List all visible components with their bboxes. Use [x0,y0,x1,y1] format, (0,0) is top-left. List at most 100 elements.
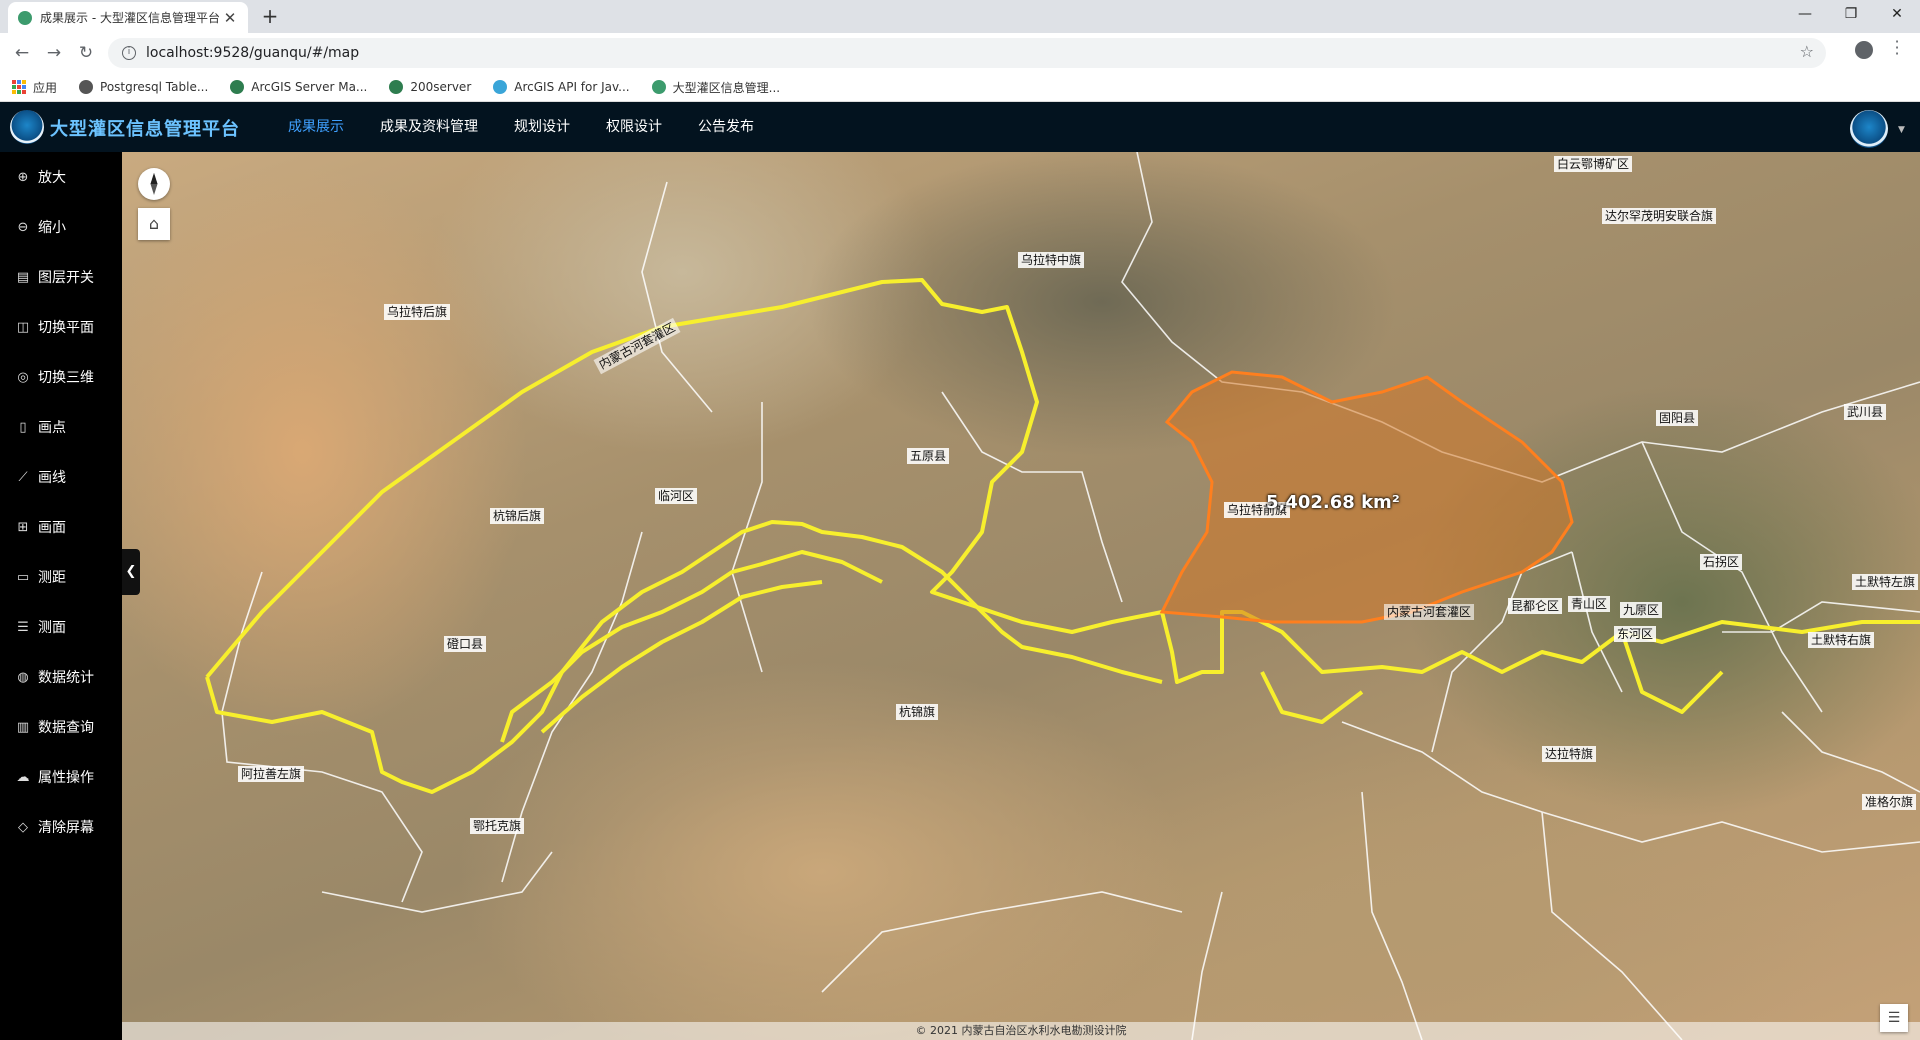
tool-draw-line[interactable]: ⟋ 画线 [0,452,122,502]
tool-label: 缩小 [38,220,66,236]
tool-zoom-in[interactable]: ⊕ 放大 [0,152,122,202]
tool-label: 数据统计 [38,670,94,686]
bookmark-apps[interactable]: 应用 [12,79,57,96]
place-label: 固阳县 [1656,410,1699,426]
tool-clear-screen[interactable]: ◇ 清除屏幕 [0,802,122,852]
place-label: 准格尔旗 [1862,794,1917,810]
nav-planning-design[interactable]: 规划设计 [496,102,588,152]
place-label: 昆都仑区 [1508,598,1563,614]
admin-boundaries [221,152,1920,1040]
place-label: 土默特右旗 [1808,632,1875,648]
place-label: 磴口县 [444,636,487,652]
tool-measure-area[interactable]: ☰ 测面 [0,602,122,652]
url-text: localhost:9528/guanqu/#/map [146,45,360,61]
site-favicon-icon [18,10,32,25]
tool-label: 清除屏幕 [38,820,94,836]
draw-polygon-icon: ⊞ [17,519,29,535]
tool-data-query[interactable]: ▥ 数据查询 [0,702,122,752]
arcgis-globe-icon [389,80,404,94]
bookmark-platform[interactable]: 大型灌区信息管理... [651,79,781,96]
address-bar[interactable]: i localhost:9528/guanqu/#/map ☆ [108,38,1826,68]
place-label: 达尔罕茂明安联合旗 [1602,208,1717,224]
tool-zoom-out[interactable]: ⊖ 缩小 [0,202,122,252]
place-label: 武川县 [1844,404,1887,420]
bookmarks-bar: 应用 Postgresql Table... ArcGIS Server Ma.… [0,73,1920,102]
draw-point-icon: ▯ [19,419,27,435]
apps-grid-icon [12,80,26,94]
place-label: 白云鄂博矿区 [1554,156,1633,172]
new-tab-button[interactable]: + [258,5,282,29]
tool-label: 属性操作 [38,770,94,786]
nav-announcement[interactable]: 公告发布 [680,102,772,152]
tool-label: 数据查询 [38,720,94,736]
browser-menu-icon[interactable]: · · · [1892,34,1902,62]
user-avatar[interactable] [1850,110,1888,148]
browser-tab[interactable]: 成果展示 - 大型灌区信息管理平台 ✕ [8,2,248,33]
tool-attribute-operation[interactable]: ☁ 属性操作 [0,752,122,802]
bookmark-label: 大型灌区信息管理... [672,80,781,95]
tool-label: 切换平面 [38,320,94,336]
tool-switch-2d[interactable]: ◫ 切换平面 [0,302,122,352]
measure-distance-icon: ▭ [16,569,30,585]
arcgis-api-icon [493,80,508,94]
map-overlay [205,152,1920,1040]
minimize-icon[interactable]: — [1782,0,1828,30]
nav-permission-design[interactable]: 权限设计 [588,102,680,152]
bar-chart-icon: ▥ [16,719,30,735]
bookmark-star-icon[interactable]: ☆ [1800,42,1814,61]
place-label: 达拉特旗 [1542,746,1597,762]
bookmark-arcgis-server[interactable]: ArcGIS Server Ma... [230,80,367,94]
map-attribution: © 2021 内蒙古自治区水利水电勘测设计院 [122,1022,1920,1040]
home-icon[interactable]: ⌂ [138,208,170,240]
legend-icon[interactable]: ☰ [1880,1004,1908,1032]
arcgis-globe-icon [230,80,245,94]
place-label: 内蒙古河套灌区 [1384,604,1475,620]
tool-measure-distance[interactable]: ▭ 测距 [0,552,122,602]
tool-label: 画面 [38,520,66,536]
bookmark-200server[interactable]: 200server [389,80,471,94]
site-info-icon[interactable]: i [122,46,136,60]
app-header: 大型灌区信息管理平台 成果展示 成果及资料管理 规划设计 权限设计 公告发布 ▼ [0,102,1920,152]
place-label: 鄂托克旗 [470,818,525,834]
back-icon[interactable]: ← [10,41,34,65]
browser-toolbar: ← → ↻ i localhost:9528/guanqu/#/map ☆ [0,33,1920,73]
bookmark-label: 200server [410,80,472,94]
place-label: 乌拉特后旗 [384,304,451,320]
close-window-icon[interactable]: ✕ [1874,0,1920,30]
map-2d-icon: ◫ [16,319,30,335]
map-view[interactable]: 白云鄂博矿区 达尔罕茂明安联合旗 乌拉特中旗 乌拉特后旗 内蒙古河套灌区 五原县… [122,152,1920,1040]
tool-sidebar: ⊕ 放大 ⊖ 缩小 ▤ 图层开关 ◫ 切换平面 ◎ 切换三维 ▯ 画点 ⟋ 画线 ⊞ 画面 ▭ 测… [0,152,122,1040]
tool-layer-toggle[interactable]: ▤ 图层开关 [0,252,122,302]
profile-icon[interactable] [1855,41,1873,59]
tool-label: 放大 [38,170,66,186]
tool-draw-polygon[interactable]: ⊞ 画面 [0,502,122,552]
bookmark-globe-icon [79,80,94,94]
compass-icon[interactable] [138,168,170,200]
tab-close-icon[interactable]: ✕ [222,9,238,27]
tool-statistics[interactable]: ◍ 数据统计 [0,652,122,702]
restore-icon[interactable]: ❐ [1828,0,1874,30]
place-label: 阿拉善左旗 [238,766,305,782]
nav-results-display[interactable]: 成果展示 [270,102,362,152]
place-label: 杭锦旗 [896,704,939,720]
bookmark-postgresql[interactable]: Postgresql Table... [79,80,208,94]
bookmark-label: Postgresql Table... [100,80,209,94]
collapse-sidebar-icon[interactable]: ❮ [122,549,140,595]
bookmark-arcgis-api[interactable]: ArcGIS API for Jav... [493,80,630,94]
chevron-down-icon[interactable]: ▼ [1898,125,1905,135]
tab-title: 成果展示 - 大型灌区信息管理平台 [40,11,220,25]
tool-switch-3d[interactable]: ◎ 切换三维 [0,352,122,402]
zoom-out-icon: ⊖ [17,219,29,235]
place-label: 杭锦后旗 [490,508,545,524]
globe-3d-icon: ◎ [17,369,29,385]
irrigation-boundary [205,278,1920,794]
zoom-in-icon: ⊕ [17,169,29,185]
forward-icon[interactable]: → [42,41,66,65]
bookmark-label: ArcGIS API for Jav... [514,80,630,94]
nav-results-data-management[interactable]: 成果及资料管理 [362,102,496,152]
place-label: 乌拉特中旗 [1018,252,1085,268]
reload-icon[interactable]: ↻ [74,41,98,65]
tool-label: 画点 [38,420,66,436]
bookmark-label: 应用 [33,80,58,95]
tool-draw-point[interactable]: ▯ 画点 [0,402,122,452]
